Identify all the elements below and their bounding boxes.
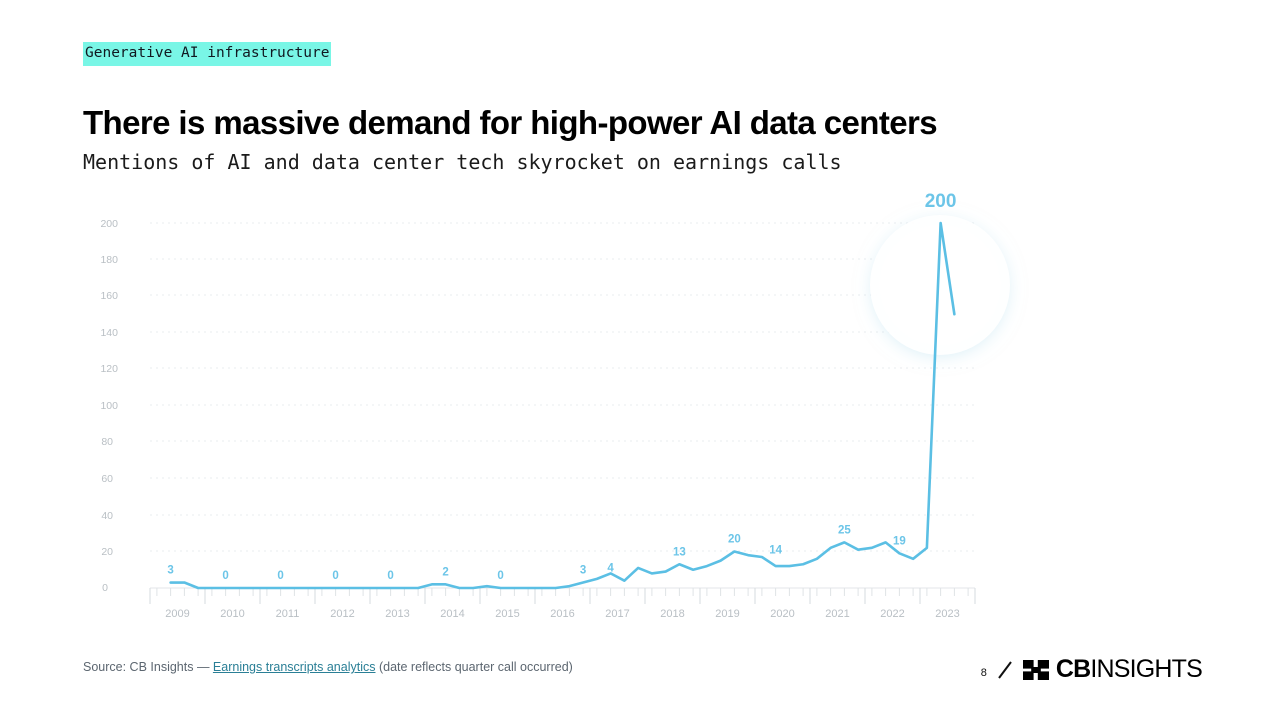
chart-point-label: 0 <box>387 570 393 582</box>
chart-point-label: 13 <box>673 546 686 558</box>
x-axis-year-label: 2016 <box>550 608 574 620</box>
x-axis-year-label: 2017 <box>605 608 629 620</box>
x-axis-year-label: 2022 <box>880 608 904 620</box>
y-axis-labels: 200 180 160 140 120 100 80 60 40 20 0 <box>100 218 118 594</box>
x-axis-year-label: 2011 <box>276 608 300 620</box>
chart-gridlines <box>150 222 975 552</box>
page-title: There is massive demand for high-power A… <box>83 104 938 142</box>
y-tick-label: 120 <box>100 363 118 375</box>
eyebrow-container: Generative AI infrastructure <box>83 42 332 67</box>
chart-point-label: 19 <box>893 535 906 547</box>
cbinsights-logo-mark-icon <box>1022 659 1049 680</box>
chart-point-label: 14 <box>769 544 782 556</box>
x-axis-year-label: 2019 <box>715 608 739 620</box>
y-tick-label: 160 <box>100 290 118 302</box>
chart-point-label: 2 <box>442 566 448 578</box>
chart-point-label: 0 <box>222 570 228 582</box>
line-chart: 200 180 160 140 120 100 80 60 40 20 0 20… <box>100 191 1010 620</box>
y-tick-label: 40 <box>101 510 113 522</box>
chart-point-labels: 3 0 0 0 0 2 0 3 41320142519200 <box>167 191 956 582</box>
x-axis-year-label: 2023 <box>935 608 959 620</box>
chart-point-label: 25 <box>838 524 851 536</box>
y-tick-label: 60 <box>101 473 113 485</box>
source-link[interactable]: Earnings transcripts analytics <box>213 660 376 674</box>
y-tick-label: 100 <box>100 400 118 412</box>
x-axis-year-label: 2013 <box>385 608 409 620</box>
logo-text-insights: INSIGHTS <box>1090 655 1202 683</box>
chart-point-label: 4 <box>607 563 614 575</box>
x-axis-year-ticks <box>149 588 976 604</box>
chart-container: 200 180 160 140 120 100 80 60 40 20 0 20… <box>0 190 1280 640</box>
y-tick-label: 0 <box>102 582 108 594</box>
x-axis-labels: 2009 2010 2011 2012 2013 2014 2015 2016 2017 2018… <box>165 608 959 620</box>
chart-point-label: 200 <box>925 191 957 212</box>
x-axis-year-label: 2012 <box>330 608 354 620</box>
chart-point-label: 0 <box>332 570 338 582</box>
y-tick-label: 20 <box>101 546 113 558</box>
chart-point-label: 3 <box>167 565 173 577</box>
x-axis-year-label: 2020 <box>770 608 794 620</box>
source-prefix: Source: CB Insights — <box>83 660 213 674</box>
slash-divider-icon <box>998 660 1012 679</box>
page-subtitle: Mentions of AI and data center tech skyr… <box>83 150 842 174</box>
x-axis-year-label: 2021 <box>825 608 849 620</box>
y-tick-label: 140 <box>100 327 118 339</box>
y-tick-label: 180 <box>100 254 118 266</box>
page-number: 8 <box>980 667 987 679</box>
cbinsights-logo-text: CBINSIGHTS <box>1055 655 1203 683</box>
source-note: Source: CB Insights — Earnings transcrip… <box>83 659 573 675</box>
source-suffix: (date reflects quarter call occurred) <box>375 660 573 674</box>
x-axis-year-label: 2009 <box>165 608 189 620</box>
slide-root: Generative AI infrastructure There is ma… <box>0 0 1280 720</box>
chart-point-label: 3 <box>580 565 586 577</box>
x-axis-year-label: 2014 <box>440 608 464 620</box>
chart-point-label: 0 <box>277 570 283 582</box>
cbinsights-logo: CBINSIGHTS <box>1022 655 1203 683</box>
x-axis-year-label: 2010 <box>220 608 244 620</box>
eyebrow-label: Generative AI infrastructure <box>83 42 332 67</box>
x-axis-year-label: 2018 <box>660 608 684 620</box>
footer-branding: 8 CBINSIGHTS <box>980 655 1203 683</box>
y-tick-label: 200 <box>100 218 118 230</box>
chart-point-label: 20 <box>728 534 741 546</box>
chart-point-label: 0 <box>497 570 503 582</box>
x-axis-year-label: 2015 <box>495 608 519 620</box>
logo-text-cb: CB <box>1055 655 1091 683</box>
y-tick-label: 80 <box>101 436 113 448</box>
